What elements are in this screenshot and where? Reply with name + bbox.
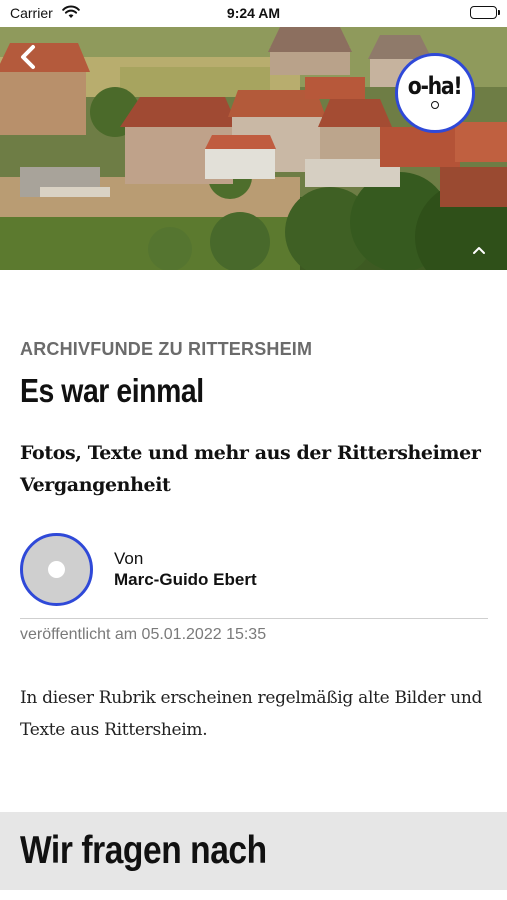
article-body: In dieser Rubrik erscheinen regelmäßig a… xyxy=(20,688,483,740)
section-header: Wir fragen nach xyxy=(0,812,507,890)
author-name[interactable]: Marc-Guido Ebert xyxy=(114,570,257,590)
divider xyxy=(20,618,488,619)
section-title: Wir fragen nach xyxy=(20,829,267,872)
oha-logo-text: o-ha! xyxy=(408,71,463,100)
status-bar: Carrier 9:24 AM xyxy=(0,0,507,27)
article-kicker: ARCHIVFUNDE ZU RITTERSHEIM xyxy=(20,339,313,359)
publish-date: veröffentlicht am 05.01.2022 15:35 xyxy=(20,626,267,643)
oha-logo-dot xyxy=(431,100,439,109)
chevron-up-icon xyxy=(473,247,485,254)
author-avatar[interactable] xyxy=(20,533,93,606)
clock: 9:24 AM xyxy=(226,5,281,21)
article-teaser: Fotos, Texte und mehr aus der Rittershei… xyxy=(20,442,481,496)
author-prefix: Von xyxy=(114,549,144,568)
battery-icon xyxy=(470,6,500,19)
collapse-button[interactable] xyxy=(471,243,487,255)
chevron-left-icon xyxy=(21,45,35,69)
back-button[interactable] xyxy=(14,42,44,72)
article-headline: Es war einmal xyxy=(20,372,204,409)
avatar-placeholder-icon xyxy=(48,561,65,578)
oha-logo-badge[interactable]: o-ha! xyxy=(395,53,475,133)
